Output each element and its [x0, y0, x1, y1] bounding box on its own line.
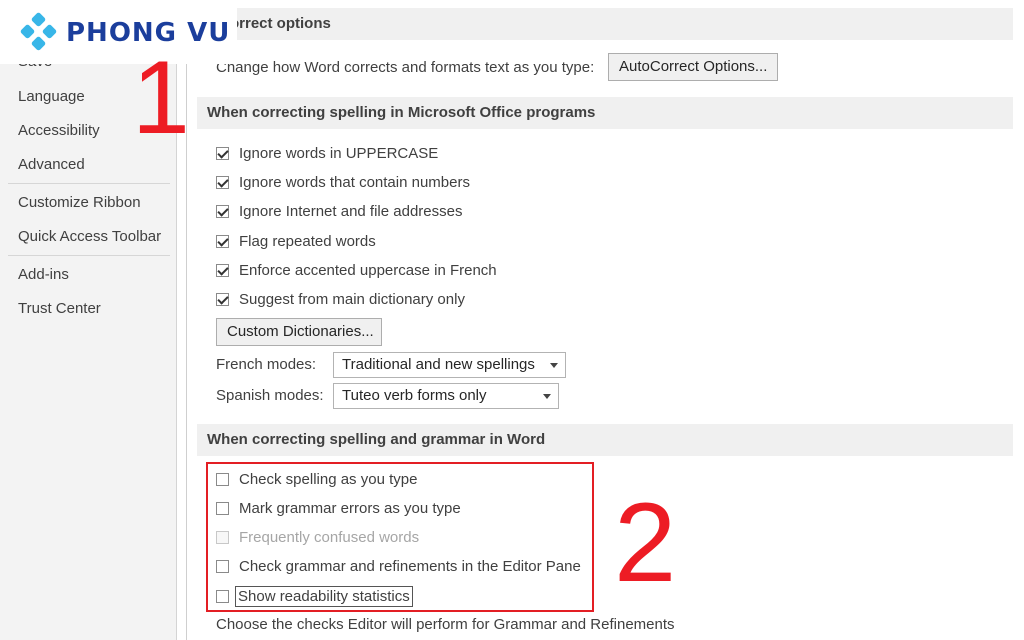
option-ignore-internet-addresses[interactable]: Ignore Internet and file addresses [216, 200, 462, 222]
option-flag-repeated-words[interactable]: Flag repeated words [216, 230, 376, 252]
checkbox[interactable] [216, 204, 229, 218]
checkbox[interactable] [216, 175, 229, 189]
sidebar-divider [8, 255, 170, 256]
spanish-modes-label: Spanish modes: [216, 387, 324, 404]
checkbox[interactable] [216, 292, 229, 306]
sidebar-item-customize-ribbon[interactable]: Customize Ribbon [18, 194, 141, 211]
chevron-down-icon [550, 363, 558, 368]
sidebar-item-language[interactable]: Language [18, 88, 85, 105]
option-label: Ignore words in UPPERCASE [239, 144, 439, 162]
autocorrect-section-header: AutoCorrect options [185, 8, 1013, 40]
phong-vu-logo: PHONG VU [0, 0, 237, 64]
french-modes-value: Traditional and new spellings [342, 356, 535, 373]
custom-dictionaries-button[interactable]: Custom Dictionaries... [216, 318, 382, 346]
autocorrect-options-label: AutoCorrect Options... [619, 58, 768, 75]
option-ignore-numbers[interactable]: Ignore words that contain numbers [216, 171, 470, 193]
chevron-down-icon [543, 394, 551, 399]
spanish-modes-select[interactable]: Tuteo verb forms only [333, 383, 559, 409]
option-label: Flag repeated words [239, 232, 376, 250]
annotation-number-2: 2 [614, 480, 677, 605]
sidebar-item-advanced[interactable]: Advanced [18, 156, 85, 173]
sidebar-divider [8, 183, 170, 184]
sidebar-item-quick-access-toolbar[interactable]: Quick Access Toolbar [18, 228, 161, 245]
highlight-box [206, 462, 594, 612]
sidebar-item-accessibility[interactable]: Accessibility [18, 122, 100, 139]
sidebar-item-trust-center[interactable]: Trust Center [18, 300, 101, 317]
autocorrect-options-button[interactable]: AutoCorrect Options... [608, 53, 778, 81]
word-grammar-section-header: When correcting spelling and grammar in … [197, 424, 1013, 456]
checkbox[interactable] [216, 146, 229, 160]
spanish-modes-value: Tuteo verb forms only [342, 387, 487, 404]
option-ignore-uppercase[interactable]: Ignore words in UPPERCASE [216, 142, 438, 164]
logo-mark-icon [20, 12, 57, 51]
autocorrect-description: Change how Word corrects and formats tex… [216, 59, 595, 76]
checkbox[interactable] [216, 234, 229, 248]
editor-checks-description: Choose the checks Editor will perform fo… [216, 616, 675, 633]
option-label: Suggest from main dictionary only [239, 290, 465, 308]
option-suggest-main-dictionary[interactable]: Suggest from main dictionary only [216, 288, 465, 310]
option-label: Ignore words that contain numbers [239, 173, 470, 191]
checkbox[interactable] [216, 263, 229, 277]
option-label: Ignore Internet and file addresses [239, 202, 463, 220]
option-enforce-accented-uppercase[interactable]: Enforce accented uppercase in French [216, 259, 497, 281]
office-spelling-section-header: When correcting spelling in Microsoft Of… [197, 97, 1013, 129]
french-modes-select[interactable]: Traditional and new spellings [333, 352, 566, 378]
french-modes-label: French modes: [216, 356, 317, 373]
annotation-number-1: 1 [132, 40, 190, 156]
sidebar-item-add-ins[interactable]: Add-ins [18, 266, 69, 283]
option-label: Enforce accented uppercase in French [239, 261, 497, 279]
